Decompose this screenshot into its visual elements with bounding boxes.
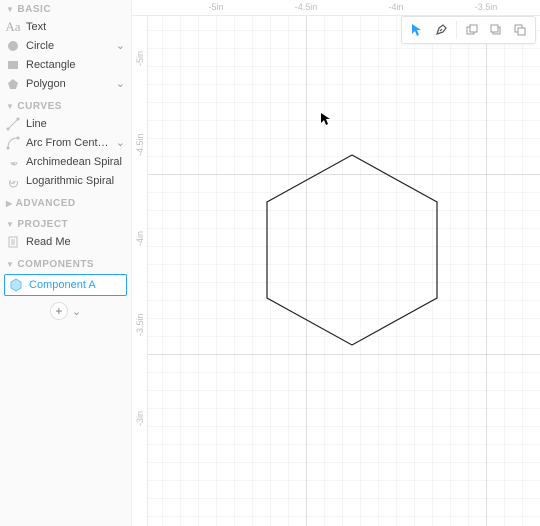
component-a[interactable]: Component A	[4, 274, 127, 296]
chevron-down-icon: ▼	[6, 5, 14, 14]
section-project: ▼ PROJECT	[0, 215, 131, 232]
chevron-down-icon: ⌄	[116, 39, 125, 52]
tool-text[interactable]: Aa Text	[0, 17, 131, 36]
section-label: COMPONENTS	[17, 259, 94, 270]
section-components: ▼ COMPONENTS	[0, 255, 131, 272]
chevron-down-icon: ⌄	[116, 136, 125, 149]
chevron-down-icon: ⌄	[116, 77, 125, 90]
layer-backward-button[interactable]	[485, 19, 507, 41]
item-label: Text	[26, 21, 125, 33]
chevron-right-icon: ▶	[6, 199, 13, 208]
add-button[interactable]: +	[50, 302, 68, 320]
tool-logarithmic[interactable]: Logarithmic Spiral	[0, 171, 131, 190]
text-icon: Aa	[6, 20, 20, 34]
ruler-tick: -4.5in	[135, 133, 145, 156]
item-label: Rectangle	[26, 59, 125, 71]
arc-icon	[6, 136, 20, 150]
chevron-down-icon: ▼	[6, 220, 14, 229]
item-label: Component A	[29, 279, 96, 291]
circle-icon	[6, 39, 20, 53]
item-label: Line	[26, 118, 125, 130]
canvas-area[interactable]: -5in -4.5in -4in -3.5in -3in -5in -4.5in…	[132, 0, 540, 526]
ruler-tick: -3.5in	[475, 2, 498, 12]
sidebar: ▼ BASIC Aa Text Circle ⌄ Rectangle Polyg…	[0, 0, 132, 526]
tool-rectangle[interactable]: Rectangle	[0, 55, 131, 74]
add-component-row: + ⌄	[0, 296, 131, 326]
section-label: ADVANCED	[16, 198, 76, 209]
tool-line[interactable]: Line	[0, 114, 131, 133]
item-label: Circle	[26, 40, 110, 52]
chevron-down-icon[interactable]: ⌄	[72, 305, 81, 318]
section-label: PROJECT	[17, 219, 68, 230]
section-label: CURVES	[17, 101, 62, 112]
item-label: Logarithmic Spiral	[26, 175, 125, 187]
project-readme[interactable]: Read Me	[0, 232, 131, 251]
cursor-icon	[320, 112, 334, 126]
canvas-toolbar	[401, 16, 536, 44]
tool-archimedean[interactable]: Archimedean Spiral	[0, 152, 131, 171]
item-label: Arc From Cente…	[26, 137, 110, 149]
hexagon-icon	[9, 278, 23, 292]
ruler-horizontal: -5in -4.5in -4in -3.5in	[132, 0, 540, 16]
layer-back-button[interactable]	[461, 19, 483, 41]
ruler-tick: -5in	[135, 51, 145, 66]
document-icon	[6, 235, 20, 249]
rectangle-icon	[6, 58, 20, 72]
tool-circle[interactable]: Circle ⌄	[0, 36, 131, 55]
section-basic: ▼ BASIC	[0, 0, 131, 17]
item-label: Archimedean Spiral	[26, 156, 125, 168]
section-label: BASIC	[17, 4, 51, 15]
chevron-down-icon: ▼	[6, 260, 14, 269]
canvas-shape-hexagon[interactable]	[262, 150, 442, 350]
ruler-vertical: -5in -4.5in -4in -3.5in -3in	[132, 0, 148, 526]
line-icon	[6, 117, 20, 131]
ruler-tick: -4in	[388, 2, 403, 12]
spiral-icon	[6, 155, 20, 169]
tool-arc[interactable]: Arc From Cente… ⌄	[0, 133, 131, 152]
section-advanced[interactable]: ▶ ADVANCED	[0, 194, 131, 211]
chevron-down-icon: ▼	[6, 102, 14, 111]
ruler-tick: -5in	[208, 2, 223, 12]
ruler-tick: -3.5in	[135, 313, 145, 336]
item-label: Polygon	[26, 78, 110, 90]
select-tool-button[interactable]	[406, 19, 428, 41]
tool-polygon[interactable]: Polygon ⌄	[0, 74, 131, 93]
pen-tool-button[interactable]	[430, 19, 452, 41]
toolbar-separator	[456, 21, 457, 39]
ruler-tick: -4in	[135, 231, 145, 246]
item-label: Read Me	[26, 236, 125, 248]
polygon-icon	[6, 77, 20, 91]
section-curves: ▼ CURVES	[0, 97, 131, 114]
ruler-tick: -4.5in	[295, 2, 318, 12]
spiral-icon	[6, 174, 20, 188]
layer-forward-button[interactable]	[509, 19, 531, 41]
ruler-tick: -3in	[135, 411, 145, 426]
